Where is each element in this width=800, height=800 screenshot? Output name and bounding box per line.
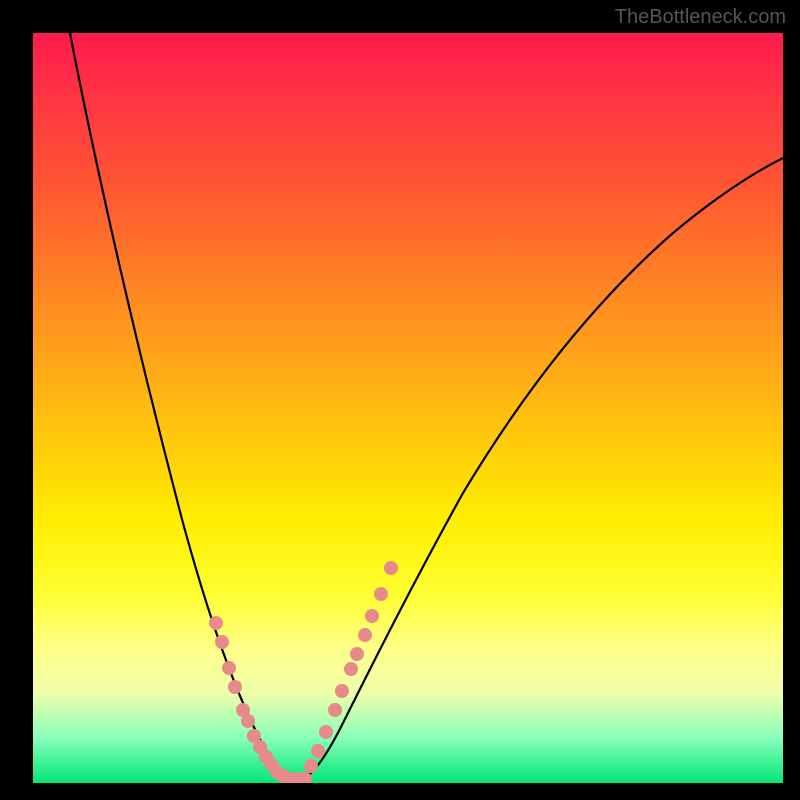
left-dots: [209, 616, 312, 783]
chart-svg: [33, 33, 783, 783]
left-curve: [70, 33, 295, 781]
right-curve: [295, 158, 783, 781]
watermark-text: TheBottleneck.com: [615, 6, 786, 29]
right-dots: [304, 561, 398, 773]
plot-gradient-background: [33, 33, 783, 783]
